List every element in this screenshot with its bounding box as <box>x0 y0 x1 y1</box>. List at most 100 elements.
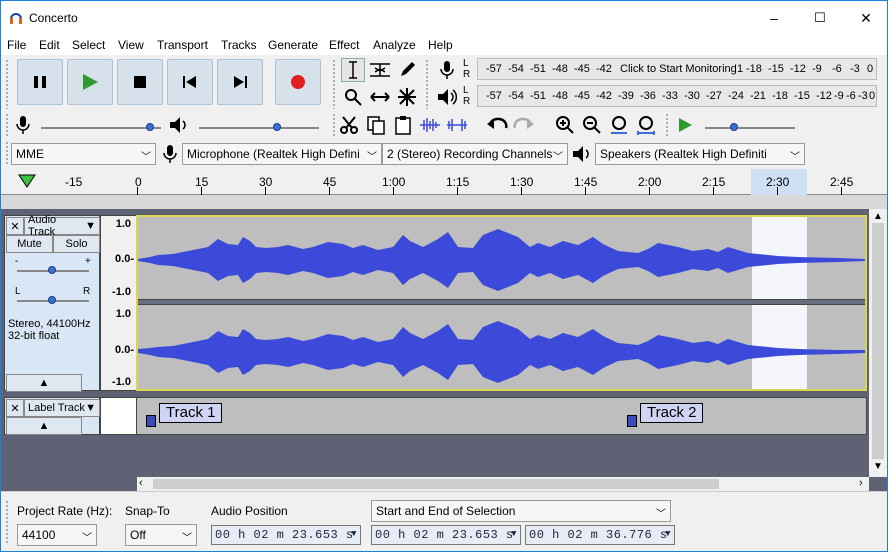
vertical-scroll-thumb[interactable] <box>872 223 884 459</box>
start-monitoring-text: Click to Start Monitoring <box>618 63 739 75</box>
project-rate-select[interactable]: 44100 ﹀ <box>17 524 97 546</box>
timeline-ruler[interactable]: -15 0 15 30 45 1:00 1:15 1:30 1:45 2:00 … <box>1 169 887 195</box>
skip-end-icon <box>234 76 247 88</box>
audio-waveform[interactable] <box>136 215 867 391</box>
pan-knob[interactable] <box>48 296 56 304</box>
minimize-button[interactable]: – <box>751 1 797 35</box>
maximize-button[interactable]: ☐ <box>797 1 843 35</box>
vertical-scale[interactable]: 1.0 0.0- -1.0 1.0 0.0- -1.0 <box>100 215 137 391</box>
playback-volume-slider[interactable] <box>199 127 319 129</box>
zoom-out-button[interactable] <box>580 113 604 137</box>
audio-position-field[interactable]: 00 h 02 m 23.653 s ▼ <box>211 525 361 545</box>
menu-transport[interactable]: Transport <box>157 38 208 52</box>
collapse-label-track-button[interactable]: ▲ <box>6 417 82 435</box>
fit-selection-icon <box>611 116 627 134</box>
playback-volume-speaker-icon <box>170 117 186 133</box>
close-icon: ✕ <box>10 220 20 233</box>
gain-knob[interactable] <box>48 266 56 274</box>
tracks-area[interactable]: ✕ Audio Track ▼ Mute Solo - + L R Stereo,… <box>1 209 887 491</box>
pause-button[interactable] <box>17 59 63 105</box>
playback-device-select[interactable]: Speakers (Realtek High Definiti ﹀ <box>595 143 805 165</box>
label-track-close-button[interactable]: ✕ <box>6 399 24 417</box>
mute-button[interactable]: Mute <box>6 235 53 253</box>
fit-selection-button[interactable] <box>607 113 631 137</box>
cut-button[interactable] <box>337 113 361 137</box>
playback-speed-knob[interactable] <box>730 123 738 131</box>
menu-tracks[interactable]: Tracks <box>221 38 257 52</box>
record-meter[interactable]: -57 -54 -51 -48 -45 -42 -3 Click to Star… <box>477 58 877 80</box>
menu-help[interactable]: Help <box>428 38 453 52</box>
horizontal-scroll-thumb[interactable] <box>153 479 719 489</box>
collapse-track-button[interactable]: ▲ <box>6 374 82 392</box>
play-at-speed-button[interactable] <box>673 113 697 137</box>
playback-device-speaker-icon <box>573 146 589 162</box>
skip-to-start-button[interactable] <box>167 59 213 105</box>
label-track-area[interactable] <box>136 397 867 435</box>
copy-button[interactable] <box>364 113 388 137</box>
selection-start-field[interactable]: 00 h 02 m 23.653 s ▼ <box>371 525 521 545</box>
trim-button[interactable] <box>418 113 442 137</box>
undo-button[interactable] <box>485 113 509 137</box>
menu-select[interactable]: Select <box>72 38 105 52</box>
label-track-menu-button[interactable]: Label Track ▼ <box>24 399 100 417</box>
vertical-scrollbar[interactable]: ▲ ▼ <box>869 209 887 477</box>
audio-track-menu-button[interactable]: Audio Track ▼ <box>24 214 100 238</box>
skip-to-end-button[interactable] <box>217 59 263 105</box>
solo-button[interactable]: Solo <box>53 235 100 253</box>
label-track-1[interactable]: Track 1 <box>159 403 223 423</box>
toolbar-grip[interactable] <box>5 59 9 109</box>
selection-mode-select[interactable]: Start and End of Selection ﹀ <box>371 500 671 522</box>
horizontal-scrollbar[interactable]: ‹ › <box>137 477 869 491</box>
zoom-in-icon <box>556 116 574 134</box>
device-grip[interactable] <box>5 141 9 165</box>
menu-generate[interactable]: Generate <box>268 38 318 52</box>
selection-end-field[interactable]: 00 h 02 m 36.776 s ▼ <box>525 525 675 545</box>
selection-tool[interactable] <box>341 58 365 82</box>
menu-file[interactable]: File <box>7 38 26 52</box>
time-shift-tool[interactable] <box>368 85 392 109</box>
envelope-tool[interactable] <box>368 58 392 82</box>
speaker-icon <box>438 89 457 105</box>
pinned-play-head-icon[interactable] <box>17 173 37 189</box>
meter-grip[interactable] <box>425 59 429 109</box>
zoom-in-button[interactable] <box>553 113 577 137</box>
selection-toolbar-grip[interactable] <box>5 500 9 544</box>
tools-grip[interactable] <box>332 59 336 109</box>
recording-channels-select[interactable]: 2 (Stereo) Recording Channels ﹀ <box>382 143 568 165</box>
recording-device-mic-icon <box>163 145 177 163</box>
mixer-grip[interactable] <box>5 113 9 137</box>
play-meter[interactable]: -57 -54 -51 -48 -45 -42 -39 -36 -33 -30 … <box>477 85 877 107</box>
close-button[interactable]: ✕ <box>843 1 887 35</box>
recording-volume-knob[interactable] <box>146 123 154 131</box>
play-meter-button[interactable] <box>435 85 459 109</box>
label-marker-1[interactable] <box>146 415 156 427</box>
record-button[interactable] <box>275 59 321 105</box>
play-at-speed-grip[interactable] <box>665 113 669 137</box>
draw-tool[interactable] <box>395 58 419 82</box>
edit-grip[interactable] <box>332 113 336 137</box>
menu-view[interactable]: View <box>118 38 144 52</box>
record-meter-button[interactable] <box>435 58 459 82</box>
snap-to-select[interactable]: Off ﹀ <box>125 524 197 546</box>
play-button[interactable] <box>67 59 113 105</box>
fit-project-button[interactable] <box>634 113 658 137</box>
track-close-button[interactable]: ✕ <box>6 217 24 235</box>
multi-tool[interactable] <box>395 85 419 109</box>
silence-button[interactable] <box>445 113 469 137</box>
redo-button[interactable] <box>512 113 536 137</box>
label-marker-2[interactable] <box>627 415 637 427</box>
paste-button[interactable] <box>391 113 415 137</box>
recording-device-select[interactable]: Microphone (Realtek High Defini ﹀ <box>182 143 382 165</box>
menu-analyze[interactable]: Analyze <box>373 38 416 52</box>
recording-volume-slider[interactable] <box>41 127 161 129</box>
menu-effect[interactable]: Effect <box>329 38 359 52</box>
project-rate-label: Project Rate (Hz): <box>17 504 113 518</box>
menu-edit[interactable]: Edit <box>39 38 60 52</box>
audio-host-select[interactable]: MME ﹀ <box>11 143 156 165</box>
label-track-2[interactable]: Track 2 <box>640 403 704 423</box>
playback-speed-slider[interactable] <box>705 127 795 129</box>
zoom-tool[interactable] <box>341 85 365 109</box>
stop-button[interactable] <box>117 59 163 105</box>
toolbar-area: LR LR -57 -54 -51 -48 -45 -42 -3 Click t… <box>1 55 887 169</box>
playback-volume-knob[interactable] <box>273 123 281 131</box>
